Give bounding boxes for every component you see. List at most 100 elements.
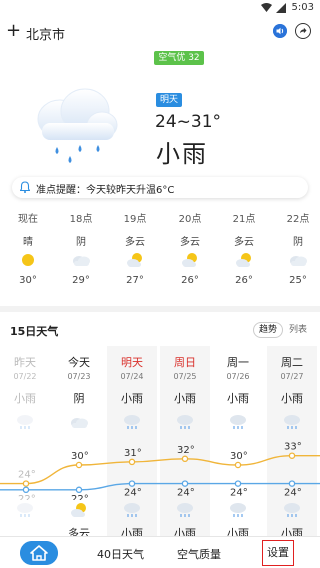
battery-icon <box>276 3 286 13</box>
hour-time: 19点 <box>123 214 147 225</box>
day-condition: 小雨 <box>121 392 143 405</box>
hour-condition: 多云 <box>234 237 254 248</box>
hour-condition: 阴 <box>293 237 303 248</box>
trend-tab[interactable]: 趋势 <box>253 322 283 338</box>
day-condition: 小雨 <box>227 392 249 405</box>
rain-icon <box>17 503 33 517</box>
hour-item[interactable]: 21点 多云 26° <box>224 210 264 286</box>
high-temp-label: 31° <box>124 448 142 459</box>
rain-icon <box>284 415 300 429</box>
hour-temp: 26° <box>235 275 253 286</box>
temperature-trend-chart: 24° 30° 31° 32° 30° 33° 22° 22° 24° 24° 24° 24° <box>0 442 320 500</box>
hourly-forecast[interactable]: 现在 晴 30° 18点 阴 29° 19点 多云 27° 20点 多云 26°… <box>0 210 320 296</box>
rain-cloud-icon <box>37 88 118 163</box>
low-temp-point <box>22 486 30 494</box>
day-name: 今天 <box>68 356 90 369</box>
hour-time: 22点 <box>286 214 310 225</box>
forecast-title: 15日天气 <box>10 325 59 338</box>
home-icon[interactable] <box>20 541 58 565</box>
partly-cloudy-icon <box>71 503 86 517</box>
weather-reminder[interactable]: 准点提醒：今天较昨天升温6°C <box>12 177 308 198</box>
partly-cloudy-icon <box>127 253 142 267</box>
rain-icon <box>17 415 33 429</box>
day-name: 周一 <box>227 356 249 369</box>
rain-icon <box>177 503 193 517</box>
day-condition: 小雨 <box>14 392 36 405</box>
high-temp-label: 30° <box>230 451 248 462</box>
day-date: 07/26 <box>226 372 250 381</box>
high-temp-point <box>75 461 83 469</box>
low-temp-point <box>234 480 242 487</box>
hour-item[interactable]: 19点 多云 27° <box>115 210 155 286</box>
high-temp-label: 33° <box>284 442 302 453</box>
day-condition: 阴 <box>73 392 85 405</box>
bottom-nav: 40日天气 空气质量 设置 <box>0 536 320 568</box>
high-temp-point <box>234 461 242 469</box>
day-name: 周二 <box>281 356 303 369</box>
day-date: 07/24 <box>120 372 144 381</box>
tomorrow-temp-range: 24~31° <box>155 112 222 132</box>
hour-condition: 晴 <box>23 237 33 248</box>
low-temp-label: 24° <box>284 488 302 499</box>
list-tab[interactable]: 列表 <box>289 323 307 337</box>
add-city-icon[interactable]: + <box>6 21 21 41</box>
low-temp-point <box>181 480 189 487</box>
tomorrow-badge: 明天 <box>156 93 182 107</box>
hour-time: 现在 <box>18 214 38 225</box>
high-temp-point <box>128 458 136 466</box>
voice-broadcast-icon[interactable] <box>273 24 287 38</box>
low-temp-label: 24° <box>230 488 248 499</box>
city-name[interactable]: 北京市 <box>26 24 65 43</box>
day-date: 07/27 <box>280 372 304 381</box>
hour-temp: 25° <box>289 275 307 286</box>
hour-condition: 多云 <box>180 237 200 248</box>
hour-item[interactable]: 现在 晴 30° <box>8 210 48 286</box>
hour-condition: 多云 <box>125 237 145 248</box>
hour-time: 20点 <box>178 214 202 225</box>
high-temp-point <box>22 480 30 487</box>
tab-air-quality[interactable]: 空气质量 <box>177 546 221 562</box>
partly-cloudy-icon <box>182 253 197 267</box>
low-temp-point <box>128 480 136 487</box>
rain-icon <box>284 503 300 517</box>
hour-item[interactable]: 20点 多云 26° <box>170 210 210 286</box>
hour-time: 21点 <box>232 214 256 225</box>
section-divider <box>0 306 320 312</box>
rain-icon <box>230 415 246 429</box>
rain-icon <box>124 503 140 517</box>
low-temp-point <box>75 486 83 494</box>
hour-temp: 26° <box>181 275 199 286</box>
hour-item[interactable]: 18点 阴 29° <box>61 210 101 286</box>
rain-icon <box>177 415 193 429</box>
hour-condition: 阴 <box>76 237 86 248</box>
tab-settings[interactable]: 设置 <box>262 540 294 566</box>
high-temp-point <box>288 452 296 459</box>
status-bar: 5:03 <box>0 0 320 16</box>
day-date: 07/23 <box>67 372 91 381</box>
low-temp-point <box>288 480 296 487</box>
reminder-text: 准点提醒：今天较昨天升温6°C <box>36 185 175 196</box>
tab-40-day[interactable]: 40日天气 <box>97 546 144 562</box>
top-bar: + 北京市 <box>0 18 320 46</box>
view-toggle[interactable]: 趋势 列表 <box>253 322 312 338</box>
day-condition: 小雨 <box>281 392 303 405</box>
partly-cloudy-icon <box>236 253 251 267</box>
low-temp-label: 24° <box>177 488 195 499</box>
air-quality-badge[interactable]: 空气优 32 <box>154 51 204 65</box>
hour-item[interactable]: 22点 阴 25° <box>278 210 318 286</box>
cloud-icon <box>71 418 88 428</box>
high-temp-line <box>0 455 320 485</box>
share-icon[interactable] <box>295 23 311 39</box>
hour-temp: 29° <box>72 275 90 286</box>
cloud-icon <box>290 256 307 266</box>
hour-temp: 27° <box>126 275 144 286</box>
cloud-icon <box>73 256 90 266</box>
hour-temp: 30° <box>19 275 37 286</box>
bell-icon <box>20 181 30 193</box>
status-time: 5:03 <box>291 2 314 13</box>
tomorrow-condition: 小雨 <box>156 140 208 168</box>
wifi-icon <box>261 3 272 12</box>
hour-time: 18点 <box>69 214 93 225</box>
low-temp-line <box>0 482 320 491</box>
high-temp-point <box>181 455 189 463</box>
